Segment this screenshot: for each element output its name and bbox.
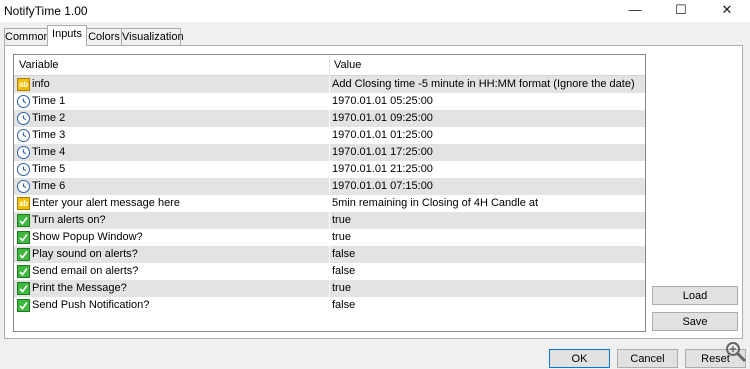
table-row[interactable]: Time 3 1970.01.01 01:25:00 [14,127,645,144]
cell-divider [329,76,330,93]
cell-divider [329,229,330,246]
value-cell[interactable]: Add Closing time -5 minute in HH:MM form… [332,78,635,90]
variable-cell: Time 1 [32,95,66,107]
variable-cell: Time 2 [32,112,66,124]
variable-cell: Time 5 [32,163,66,175]
close-button[interactable]: ✕ [704,0,750,22]
variable-cell: Time 6 [32,180,66,192]
table-row[interactable]: Time 6 1970.01.01 07:15:00 [14,178,645,195]
cell-divider [329,246,330,263]
value-cell[interactable]: true [332,282,351,294]
value-cell[interactable]: false [332,299,355,311]
table-row[interactable]: Play sound on alerts? false [14,246,645,263]
window-title: NotifyTime 1.00 [4,4,88,18]
value-cell[interactable]: 1970.01.01 21:25:00 [332,163,433,175]
value-cell[interactable]: false [332,265,355,277]
boolean-icon [17,299,30,312]
tab-common[interactable]: Common [4,28,50,45]
value-cell[interactable]: 5min remaining in Closing of 4H Candle a… [332,197,538,209]
value-cell[interactable]: 1970.01.01 05:25:00 [332,95,433,107]
cell-divider [329,178,330,195]
cell-divider [329,161,330,178]
save-button[interactable]: Save [652,312,738,331]
boolean-icon [17,231,30,244]
string-icon: ab [17,78,30,91]
variable-cell: info [32,78,50,90]
variable-cell: Show Popup Window? [32,231,143,243]
load-button[interactable]: Load [652,286,738,305]
inputs-panel: Variable Value ab info Add Closing time -5… [4,45,743,339]
table-row[interactable]: ab info Add Closing time -5 minute in HH:M… [14,76,645,93]
table-row[interactable]: Time 1 1970.01.01 05:25:00 [14,93,645,110]
table-row[interactable]: Time 4 1970.01.01 17:25:00 [14,144,645,161]
table-row[interactable]: Time 2 1970.01.01 09:25:00 [14,110,645,127]
clock-icon [17,129,30,142]
ok-button[interactable]: OK [549,349,610,368]
variable-cell: Send email on alerts? [32,265,139,277]
boolean-icon [17,282,30,295]
cell-divider [329,297,330,314]
column-header-value[interactable]: Value [334,59,361,71]
value-cell[interactable]: true [332,214,351,226]
boolean-icon [17,248,30,261]
column-divider[interactable] [329,55,330,75]
tab-visualization[interactable]: Visualization [121,28,184,45]
cell-divider [329,127,330,144]
zoom-icon [724,340,748,367]
value-cell[interactable]: 1970.01.01 17:25:00 [332,146,433,158]
cell-divider [329,110,330,127]
cell-divider [329,144,330,161]
value-cell[interactable]: 1970.01.01 07:15:00 [332,180,433,192]
minimize-button[interactable]: — [612,0,658,22]
value-cell[interactable]: 1970.01.01 09:25:00 [332,112,433,124]
cell-divider [329,280,330,297]
variable-cell: Play sound on alerts? [32,248,138,260]
variable-cell: Time 4 [32,146,66,158]
title-bar: NotifyTime 1.00 — ☐ ✕ [0,0,750,22]
table-row[interactable]: Send Push Notification? false [14,297,645,314]
table-row[interactable]: Turn alerts on? true [14,212,645,229]
variable-cell: Time 3 [32,129,66,141]
boolean-icon [17,214,30,227]
clock-icon [17,95,30,108]
column-header-variable[interactable]: Variable [19,59,59,71]
tab-colors[interactable]: Colors [86,28,122,45]
string-icon: ab [17,197,30,210]
table-row[interactable]: ab Enter your alert message here 5min rema… [14,195,645,212]
clock-icon [17,180,30,193]
clock-icon [17,163,30,176]
cell-divider [329,195,330,212]
value-cell[interactable]: false [332,248,355,260]
inputs-table: Variable Value ab info Add Closing time -5… [13,54,646,332]
boolean-icon [17,265,30,278]
clock-icon [17,146,30,159]
table-row[interactable]: Time 5 1970.01.01 21:25:00 [14,161,645,178]
table-row[interactable]: Show Popup Window? true [14,229,645,246]
cell-divider [329,212,330,229]
cancel-button[interactable]: Cancel [617,349,678,368]
table-header: Variable Value [14,55,645,76]
clock-icon [17,112,30,125]
cell-divider [329,263,330,280]
value-cell[interactable]: true [332,231,351,243]
value-cell[interactable]: 1970.01.01 01:25:00 [332,129,433,141]
table-row[interactable]: Send email on alerts? false [14,263,645,280]
table-row[interactable]: Print the Message? true [14,280,645,297]
variable-cell: Print the Message? [32,282,127,294]
variable-cell: Send Push Notification? [32,299,150,311]
maximize-button[interactable]: ☐ [658,0,704,22]
tab-inputs[interactable]: Inputs [47,25,87,46]
cell-divider [329,93,330,110]
variable-cell: Enter your alert message here [32,197,180,209]
variable-cell: Turn alerts on? [32,214,106,226]
